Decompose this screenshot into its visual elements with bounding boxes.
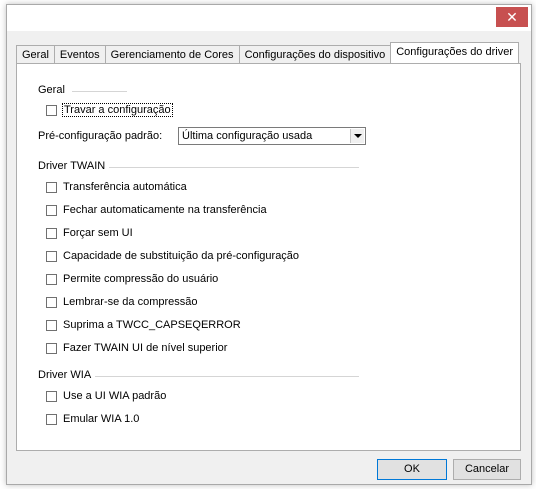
option-preset-override[interactable]: Capacidade de substituição da pré-config… bbox=[46, 250, 299, 262]
checkbox-box[interactable] bbox=[46, 104, 57, 116]
checkbox-box[interactable] bbox=[46, 296, 57, 308]
checkbox-box[interactable] bbox=[46, 319, 57, 331]
title-bar: ✕ bbox=[7, 5, 531, 31]
checkbox-label: Permite compressão do usuário bbox=[63, 273, 219, 285]
lock-config-checkbox[interactable]: Travar a configuração bbox=[46, 103, 173, 117]
settings-dialog: ✕ Geral Eventos Gerenciamento de Cores C… bbox=[6, 4, 532, 485]
option-auto-close[interactable]: Fechar automaticamente na transferência bbox=[46, 204, 267, 216]
checkbox-label: Transferência automática bbox=[63, 181, 187, 193]
checkbox-label: Suprima a TWCC_CAPSEQERROR bbox=[63, 319, 241, 331]
preset-dropdown[interactable]: Última configuração usada bbox=[178, 127, 366, 145]
checkbox-box[interactable] bbox=[46, 273, 57, 285]
option-remember-compression[interactable]: Lembrar-se da compressão bbox=[46, 296, 198, 308]
tab-color-management[interactable]: Gerenciamento de Cores bbox=[104, 45, 240, 63]
checkbox-box[interactable] bbox=[46, 342, 57, 354]
close-button[interactable]: ✕ bbox=[496, 7, 528, 27]
checkbox-box[interactable] bbox=[46, 181, 57, 193]
checkbox-box[interactable] bbox=[46, 250, 57, 262]
option-top-level-ui[interactable]: Fazer TWAIN UI de nível superior bbox=[46, 342, 227, 354]
chevron-down-icon[interactable] bbox=[350, 129, 364, 143]
cancel-button[interactable]: Cancelar bbox=[453, 459, 521, 480]
option-suppress-capseqerror[interactable]: Suprima a TWCC_CAPSEQERROR bbox=[46, 319, 241, 331]
checkbox-label: Travar a configuração bbox=[62, 103, 173, 117]
option-force-no-ui[interactable]: Forçar sem UI bbox=[46, 227, 133, 239]
preset-dropdown-value: Última configuração usada bbox=[182, 130, 313, 142]
ok-button[interactable]: OK bbox=[377, 459, 447, 480]
group-title-wia: Driver WIA bbox=[38, 369, 92, 381]
tab-device-settings[interactable]: Configurações do dispositivo bbox=[238, 45, 392, 63]
checkbox-label: Fechar automaticamente na transferência bbox=[63, 204, 267, 216]
tab-driver-settings[interactable]: Configurações do driver bbox=[390, 42, 519, 63]
tab-bar: Geral Eventos Gerenciamento de Cores Con… bbox=[16, 42, 519, 63]
checkbox-label: Fazer TWAIN UI de nível superior bbox=[63, 342, 228, 354]
checkbox-label: Capacidade de substituição da pré-config… bbox=[63, 250, 300, 262]
preset-label: Pré-configuração padrão: bbox=[38, 130, 163, 142]
driver-settings-panel: Geral Travar a configuração Pré-configur… bbox=[16, 63, 521, 451]
group-divider bbox=[95, 376, 359, 377]
group-divider bbox=[72, 91, 127, 92]
option-default-wia-ui[interactable]: Use a UI WIA padrão bbox=[46, 390, 166, 402]
tab-events[interactable]: Eventos bbox=[53, 45, 106, 63]
tab-general[interactable]: Geral bbox=[16, 45, 55, 63]
checkbox-label: Use a UI WIA padrão bbox=[63, 390, 167, 402]
checkbox-box[interactable] bbox=[46, 227, 57, 239]
option-user-compression[interactable]: Permite compressão do usuário bbox=[46, 273, 218, 285]
checkbox-box[interactable] bbox=[46, 204, 57, 216]
close-icon: ✕ bbox=[506, 9, 518, 25]
checkbox-label: Lembrar-se da compressão bbox=[63, 296, 198, 308]
checkbox-box[interactable] bbox=[46, 390, 57, 402]
group-title-general: Geral bbox=[38, 84, 65, 96]
option-auto-transfer[interactable]: Transferência automática bbox=[46, 181, 187, 193]
checkbox-box[interactable] bbox=[46, 413, 57, 425]
checkbox-label: Emular WIA 1.0 bbox=[63, 413, 140, 425]
group-title-twain: Driver TWAIN bbox=[38, 160, 106, 172]
group-divider bbox=[109, 167, 359, 168]
option-emulate-wia[interactable]: Emular WIA 1.0 bbox=[46, 413, 139, 425]
checkbox-label: Forçar sem UI bbox=[63, 227, 133, 239]
